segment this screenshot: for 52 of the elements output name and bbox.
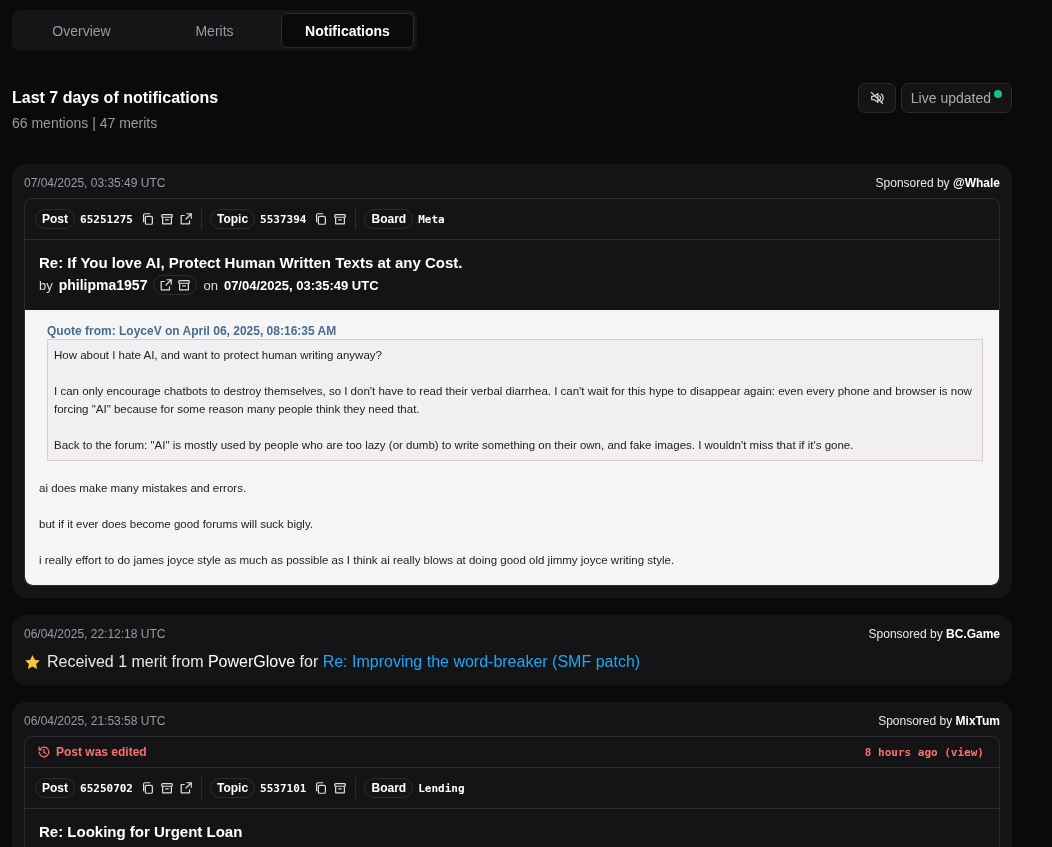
- archive-icon[interactable]: [160, 212, 174, 226]
- star-icon: [24, 653, 41, 671]
- sponsor-text: Sponsored by @Whale: [875, 176, 1000, 190]
- id-value: 5537101: [260, 781, 307, 795]
- post-title: Re: Looking for Urgent Loan: [39, 823, 244, 840]
- sound-toggle-button[interactable]: [857, 83, 896, 113]
- copy-icon[interactable]: [141, 781, 155, 795]
- archive-icon[interactable]: [177, 278, 192, 292]
- external-link-icon[interactable]: [179, 212, 193, 226]
- section-title: Last 7 days of notifications: [12, 89, 219, 107]
- id-value: Meta: [418, 212, 445, 226]
- post-title: Re: If You love AI, Protect Human Written Texts at any Cost.: [39, 254, 464, 271]
- quote-paragraph: I can only encourage chatbots to destroy themselves, so I don't have to read their verbal diarrhea. I can't wait for this hype to disappear again: even every phone and browser is now forcing "AI" because for some reason many people think they need that.: [54, 384, 973, 417]
- history-icon: [37, 745, 51, 759]
- timestamp: 07/04/2025, 03:35:49 UTC: [24, 176, 166, 190]
- on-label: on: [203, 277, 218, 293]
- copy-icon[interactable]: [141, 212, 155, 226]
- tab[interactable]: Overview: [15, 13, 148, 48]
- tab[interactable]: Notifications: [281, 13, 414, 48]
- edit-time-link[interactable]: 8 hours ago (view): [864, 745, 984, 759]
- speaker-muted-icon: [869, 91, 884, 105]
- external-link-icon[interactable]: [159, 278, 174, 292]
- external-link-icon[interactable]: [179, 781, 193, 795]
- archive-icon[interactable]: [333, 781, 348, 795]
- sponsor-text: Sponsored by MixTum: [878, 714, 1000, 728]
- id-value: 65250702: [80, 781, 133, 795]
- post-paragraph: i really effort to do james joyce style as much as possible as I think ai really blows at doing good old jimmy joyce writing style.: [39, 553, 676, 568]
- section-subtitle: 66 mentions | 47 merits: [12, 115, 159, 131]
- id-value: 65251275: [80, 212, 133, 226]
- by-label: by: [39, 277, 53, 293]
- copy-icon[interactable]: [314, 212, 329, 226]
- status-dot-icon: [994, 90, 1002, 98]
- live-badge: Live updated: [900, 83, 1012, 113]
- quote-header[interactable]: Quote from: LoyceV on April 06, 2025, 08:16:35 AM: [47, 324, 985, 338]
- topic-link[interactable]: Re: Improving the word-breaker (SMF patch): [322, 653, 641, 670]
- post-date: 07/04/2025, 03:35:49 UTC: [223, 277, 379, 293]
- author-name[interactable]: philipma1957: [58, 277, 148, 293]
- archive-icon[interactable]: [333, 212, 348, 226]
- quote-paragraph: How about I hate AI, and want to protect human writing anyway?: [54, 348, 383, 363]
- sponsor-text: Sponsored by BC.Game: [868, 627, 1000, 641]
- merit-message: Received 1 merit from PowerGlove for Re: Improving the word-breaker (SMF patch): [47, 653, 641, 671]
- edited-notice: Post was edited: [56, 745, 147, 759]
- tab[interactable]: Merits: [148, 13, 281, 48]
- id-value: 5537394: [260, 212, 307, 226]
- quote-paragraph: Back to the forum: "AI" is mostly used by people who are too lazy (or dumb) to write something on their own, and fake images. I wouldn't miss that if it's gone.: [54, 438, 855, 453]
- timestamp: 06/04/2025, 21:53:58 UTC: [24, 714, 166, 728]
- post-paragraph: but if it ever does become good forums will suck bigly.: [39, 517, 314, 532]
- archive-icon[interactable]: [160, 781, 174, 795]
- id-value: Lending: [418, 781, 465, 795]
- timestamp: 06/04/2025, 22:12:18 UTC: [24, 627, 166, 641]
- post-paragraph: ai does make many mistakes and errors.: [39, 481, 248, 496]
- copy-icon[interactable]: [314, 781, 329, 795]
